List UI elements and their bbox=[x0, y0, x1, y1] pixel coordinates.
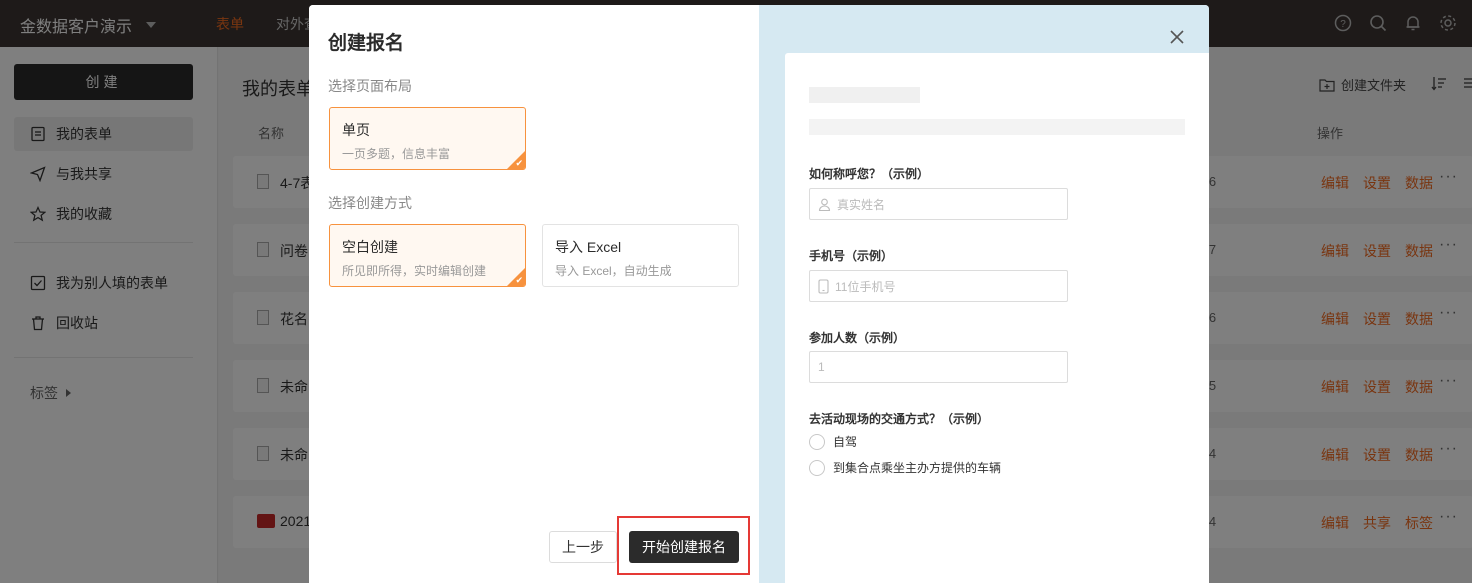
method-option-import-excel[interactable]: 导入 Excel 导入 Excel，自动生成 bbox=[542, 224, 739, 287]
option-title: 单页 bbox=[342, 122, 370, 138]
close-icon[interactable] bbox=[1167, 27, 1187, 47]
phone-field: 11位手机号 bbox=[809, 270, 1068, 302]
user-icon bbox=[818, 198, 831, 211]
check-icon: ✔ bbox=[515, 158, 523, 168]
form-preview: 如何称呼您？（示例） 真实姓名 手机号（示例） 11位手机号 参加人数（示例） … bbox=[785, 53, 1209, 583]
radio-label: 到集合点乘坐主办方提供的车辆 bbox=[833, 461, 1002, 475]
option-title: 导入 Excel bbox=[555, 239, 622, 255]
radio-option: 到集合点乘坐主办方提供的车辆 bbox=[809, 459, 1001, 476]
dialog-options-panel: 创建报名 选择页面布局 单页 一页多题，信息丰富 ✔ 选择创建方式 空白创建 所… bbox=[309, 5, 759, 583]
description-placeholder bbox=[809, 119, 1185, 135]
question-label: 去活动现场的交通方式？（示例） bbox=[809, 412, 990, 426]
radio-button bbox=[809, 433, 825, 450]
question-label: 如何称呼您？（示例） bbox=[809, 167, 930, 181]
radio-option: 自驾 bbox=[809, 433, 857, 450]
phone-icon bbox=[818, 278, 829, 294]
option-description: 所见即所得，实时编辑创建 bbox=[342, 264, 487, 278]
question-label: 参加人数（示例） bbox=[809, 331, 906, 345]
question-label: 手机号（示例） bbox=[809, 249, 894, 263]
method-section-label: 选择创建方式 bbox=[328, 195, 412, 211]
radio-label: 自驾 bbox=[833, 435, 858, 449]
method-option-blank[interactable]: 空白创建 所见即所得，实时编辑创建 ✔ bbox=[329, 224, 526, 287]
check-icon: ✔ bbox=[515, 275, 523, 285]
previous-step-button[interactable]: 上一步 bbox=[549, 531, 617, 563]
radio-button bbox=[809, 459, 825, 476]
layout-section-label: 选择页面布局 bbox=[328, 78, 412, 94]
phone-placeholder: 11位手机号 bbox=[835, 279, 896, 294]
attendee-count-field: 1 bbox=[809, 351, 1068, 383]
name-placeholder: 真实姓名 bbox=[837, 197, 886, 212]
option-description: 导入 Excel，自动生成 bbox=[555, 264, 672, 278]
title-placeholder bbox=[809, 87, 920, 103]
name-field: 真实姓名 bbox=[809, 188, 1068, 220]
count-placeholder: 1 bbox=[818, 360, 825, 374]
create-signup-dialog: 创建报名 选择页面布局 单页 一页多题，信息丰富 ✔ 选择创建方式 空白创建 所… bbox=[309, 5, 1209, 583]
option-title: 空白创建 bbox=[342, 239, 398, 255]
start-create-button[interactable]: 开始创建报名 bbox=[629, 531, 739, 563]
layout-option-single-page[interactable]: 单页 一页多题，信息丰富 ✔ bbox=[329, 107, 526, 170]
option-description: 一页多题，信息丰富 bbox=[342, 147, 451, 161]
dialog-title: 创建报名 bbox=[328, 33, 405, 54]
